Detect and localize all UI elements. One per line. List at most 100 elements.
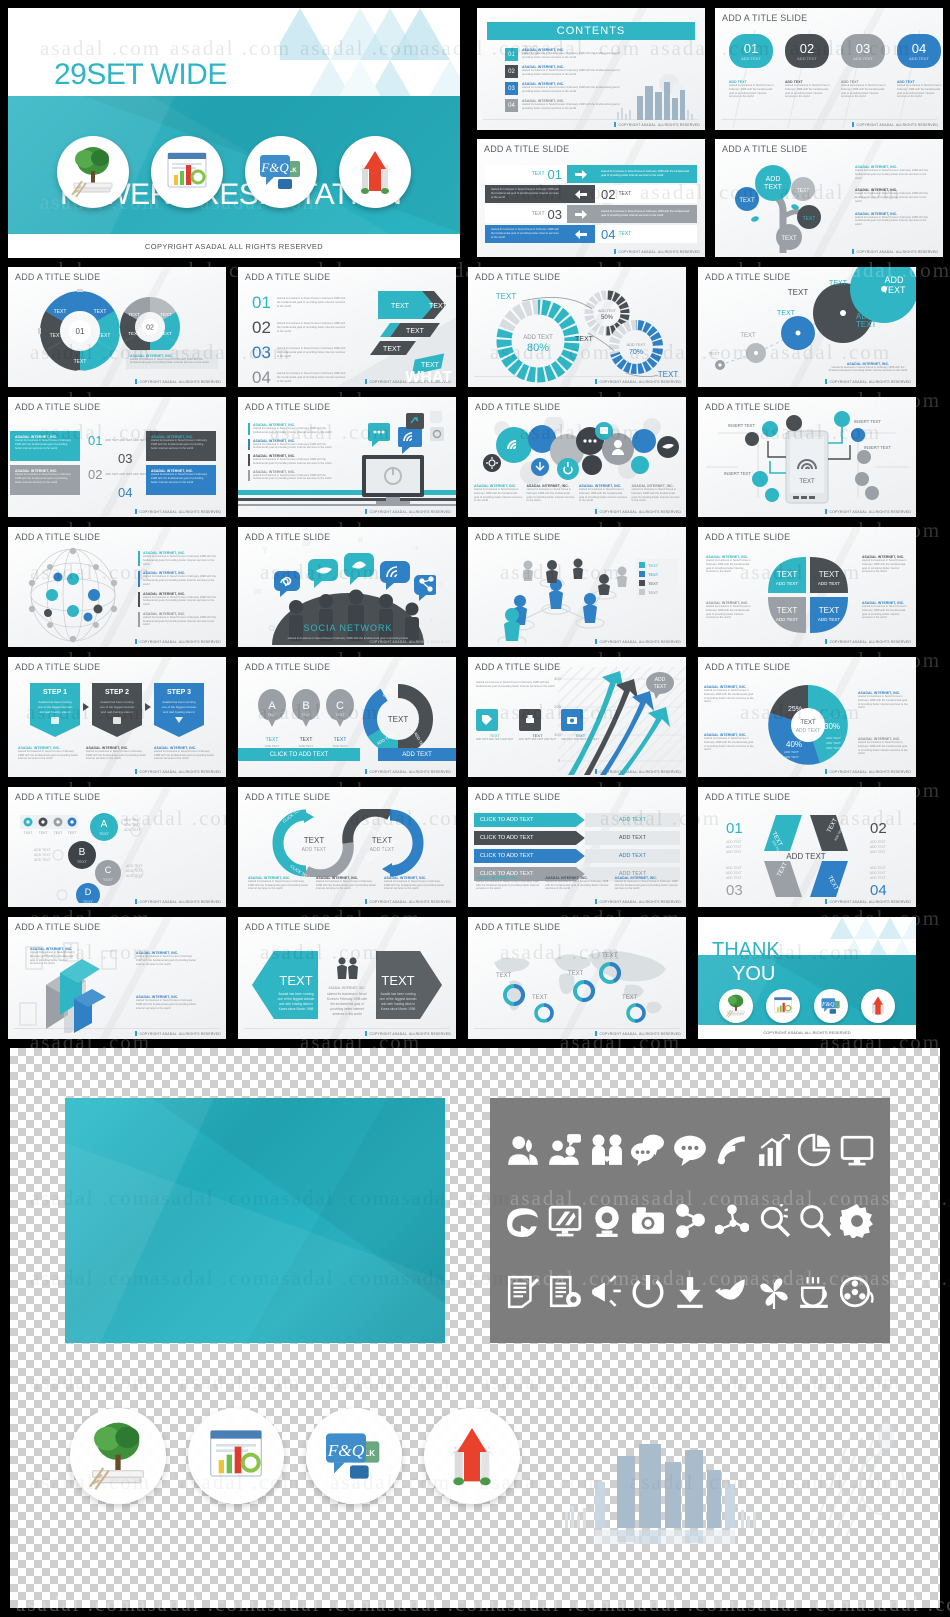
list-item[interactable]: ASADAL INTERNET, INC. started its busines… [248, 423, 338, 435]
contents-item[interactable]: 02 ASADAL INTERNET, INC. started its bus… [505, 65, 625, 78]
frame-caption[interactable]: ASADAL INTERNET, INC. started its busines… [136, 995, 198, 1010]
band-row[interactable]: started its business in Seoul Korea in F… [485, 225, 697, 243]
faq-talk-icon[interactable]: TALK F&Q [306, 1408, 402, 1504]
slide-thank-you[interactable]: THANK YOU F&Q COPYRIGHT ASADAL ALL RIGHT… [698, 917, 916, 1039]
slide-bubble-cloud[interactable]: ADD A TITLE SLIDE ASADAL INTERNET, INC. … [468, 397, 686, 517]
tree-item[interactable]: ASADAL INTERNET, INC. started its busine… [855, 188, 931, 203]
slide-two-col-bars[interactable]: ADD A TITLE SLIDE ASADAL INTERNET, INC. … [8, 397, 226, 517]
cta-bar-right[interactable]: ADD TEXT [378, 748, 456, 761]
bubble-item[interactable]: 03 ADD TEXT ADD TEXT started its busines… [841, 34, 887, 99]
polygon-background-asset[interactable] [65, 1098, 445, 1343]
caption[interactable]: ASADAL INTERNET, INC. started its busines… [86, 746, 148, 761]
slide-ribbon-quad[interactable]: ADD A TITLE SLIDE TEXT TEXT TEXT TEXT AD… [698, 787, 916, 907]
caption[interactable]: ASADAL INTERNET, INC. started its busines… [527, 484, 576, 503]
legend-item[interactable]: TEXT [639, 589, 675, 595]
slide-world-map[interactable]: ADD A TITLE SLIDE TEXT TEXT TEXT TEXT TE… [468, 917, 686, 1039]
arrow-row[interactable]: CLICK TO ADD TEXT ADD TEXT [474, 831, 680, 845]
info-card[interactable]: ASADAL INTERNET, INC. started its busine… [10, 431, 80, 461]
slide-people-network[interactable]: ADD A TITLE SLIDE TEXT TEXT TEXT TEXT CO… [468, 527, 686, 647]
contents-item[interactable]: 03 ASADAL INTERNET, INC. started its bus… [505, 82, 625, 95]
slide-arrows-up[interactable]: ADD A TITLE SLIDE started its business i… [468, 657, 686, 777]
hero-slide[interactable]: 29SET WIDE POWER PRESENTATION F&Q COPYRI… [8, 8, 460, 258]
caption[interactable]: ASADAL INTERNET, INC. started its busines… [632, 484, 681, 503]
tree-item[interactable]: ASADAL INTERNET, INC. started its busine… [855, 165, 931, 180]
slide-pie-percent[interactable]: ADD A TITLE SLIDE ASADAL INTERNET, INC. s… [698, 657, 916, 777]
frame-caption[interactable]: ASADAL INTERNET, INC. started its busines… [136, 951, 198, 966]
pie-caption[interactable]: ASADAL INTERNET, INC. started its busines… [704, 733, 756, 752]
slide-monitor-social[interactable]: ADD A TITLE SLIDE ASADAL INTERNET, INC. s… [238, 397, 456, 517]
caption[interactable]: ASADAL INTERNET, INC. started its busines… [154, 746, 216, 761]
tree-item[interactable]: ASADAL INTERNET, INC. started its busine… [855, 212, 931, 227]
quad-caption[interactable]: ASADAL INTERNET, INC. started its busines… [862, 601, 908, 620]
slide-steps-3[interactable]: ADD A TITLE SLIDE STEP 1 STEP 2 STEP 3 A… [8, 657, 226, 777]
slide-numbers-what[interactable]: ADD A TITLE SLIDE 01 started its busines… [238, 267, 456, 387]
slide-arrow-bands-4[interactable]: ADD A TITLE SLIDE TEXT 01 started its bu… [477, 139, 705, 257]
quad-caption[interactable]: ASADAL INTERNET, INC. started its busines… [862, 555, 908, 574]
info-card[interactable]: ASADAL INTERNET, INC. started its busine… [10, 465, 80, 495]
number-row[interactable]: 02 started its business in Seoul Korea i… [252, 318, 347, 338]
caption[interactable]: ASADAL INTERNET, INC. started its busines… [248, 876, 310, 891]
slide-growing-circles[interactable]: ADD A TITLE SLIDE TEXT TEXT TEXT TEXT TE… [698, 267, 916, 387]
info-card[interactable]: ASADAL INTERNET, INC. started its busine… [146, 431, 216, 461]
slide-donuts[interactable]: ADD A TITLE SLIDE ADD TEXT 80% ADD TEXT … [468, 267, 686, 387]
pie-caption[interactable]: ASADAL INTERNET, INC. started its busines… [704, 685, 756, 704]
cta-bar-left[interactable]: CLICK TO ADD TEXT [238, 748, 360, 761]
caption[interactable]: ASADAL INTERNET, INC. started its busines… [474, 484, 523, 503]
info-card[interactable]: ASADAL INTERNET, INC. started its busine… [146, 465, 216, 495]
legend-item[interactable]: TEXT [639, 562, 675, 568]
number-row[interactable]: 04 started its business in Seoul Korea i… [252, 368, 347, 387]
slide-social-network[interactable]: ? @ # + ☼ ✉ ♪ ✿ ADD A TITLE SLIDE SOCIA … [238, 527, 456, 647]
caption[interactable]: ASADAL INTERNET, INC. started its busines… [384, 876, 446, 891]
chip[interactable]: TEXT ADD TEXT ADD TEXT ADD TEXT [476, 709, 514, 741]
legend-item[interactable]: TEXT [639, 580, 675, 586]
contents-item[interactable]: 01 ASADAL INTERNET, INC. started its bus… [505, 48, 625, 61]
pie-caption[interactable]: ASADAL INTERNET, INC. started its busines… [858, 691, 910, 710]
slide-quad-petals[interactable]: ADD A TITLE SLIDE ASADAL INTERNET, INC. s… [698, 527, 916, 647]
caption[interactable]: ASADAL INTERNET, INC. started its busines… [615, 876, 678, 891]
number-row[interactable]: 03 started its business in Seoul Korea i… [252, 343, 347, 363]
slide-gears[interactable]: ADD A TITLE SLIDE 01 TEXT TEXT TEXT TEXT T… [8, 267, 226, 387]
bubble-item[interactable]: 01 ADD TEXT ADD TEXT started its busines… [729, 34, 775, 99]
band-row[interactable]: TEXT 01 started its business in Seoul Ko… [485, 165, 697, 183]
legend-item[interactable]: TEXT [639, 571, 675, 577]
list-item[interactable]: ASADAL INTERNET, INC. started its busines… [138, 591, 220, 607]
caption[interactable]: ASADAL INTERNET, INC. started its busines… [579, 484, 628, 503]
list-item[interactable]: ASADAL INTERNET, INC. started its busines… [248, 469, 338, 481]
list-item[interactable]: ASADAL INTERNET, INC. started its busines… [248, 438, 338, 450]
frame-caption[interactable]: ASADAL INTERNET, INC. started its busines… [30, 947, 76, 966]
slide-phone-network[interactable]: ADD A TITLE SLIDE TEXT INSERT TEXT INSERT… [698, 397, 916, 517]
quad-caption[interactable]: ASADAL INTERNET, INC. started its busines… [706, 601, 752, 620]
caption[interactable]: ASADAL INTERNET, INC. started its busines… [476, 876, 539, 891]
slide-frames-3d[interactable]: ADD A TITLE SLIDE ASADAL INTERNET, INC. s… [8, 917, 226, 1039]
tree-book-icon[interactable] [70, 1408, 166, 1504]
slide-speech-bubbles-4[interactable]: ADD A TITLE SLIDE 01 ADD TEXT ADD TEXT s… [715, 8, 943, 130]
slide-abc-donut[interactable]: ADD A TITLE SLIDE A TEXT B TEXT C TEXT TEXT… [238, 657, 456, 777]
list-item[interactable]: ASADAL INTERNET, INC. started its busines… [248, 454, 338, 466]
quad-caption[interactable]: ASADAL INTERNET, INC. started its busines… [706, 555, 752, 574]
list-item[interactable]: ASADAL INTERNET, INC. started its busines… [138, 611, 220, 627]
slide-abcd-chain[interactable]: ADD A TITLE SLIDE TEXT TEXT TEXT TEXT A TEX… [8, 787, 226, 907]
contents-item[interactable]: 04 ASADAL INTERNET, INC. started its bus… [505, 99, 625, 112]
slide-arrow-rows[interactable]: ADD A TITLE SLIDE CLICK TO ADD TEXT ADD … [468, 787, 686, 907]
pie-caption[interactable]: ASADAL INTERNET, INC. started its busines… [858, 737, 910, 756]
caption[interactable]: ASADAL INTERNET, INC. started its busines… [18, 746, 80, 761]
chip[interactable]: TEXT ADD TEXT ADD TEXT ADD TEXT [561, 709, 599, 741]
bubble-item[interactable]: 02 ADD TEXT ADD TEXT started its busines… [785, 34, 831, 99]
slide-hex-two[interactable]: ADD A TITLE SLIDE TEXT Asadal has been r… [238, 917, 456, 1039]
slide-infinity[interactable]: ADD A TITLE SLIDE TEXT ADD TEXT TEXT ADD… [238, 787, 456, 907]
band-row[interactable]: started its business in Seoul Korea in F… [485, 185, 697, 203]
caption[interactable]: ASADAL INTERNET, INC. started its busines… [545, 876, 608, 891]
number-row[interactable]: 01 started its business in Seoul Korea i… [252, 293, 347, 313]
slide-contents[interactable]: CONTENTS 01 ASADAL INTERNET, INC. starte… [477, 8, 705, 130]
band-row[interactable]: TEXT 03 started its business in Seoul Ko… [485, 205, 697, 223]
city-skyline-image[interactable] [555, 1436, 765, 1546]
bubble-item[interactable]: 04 ADD TEXT ADD TEXT started its busines… [897, 34, 943, 99]
arrow-row[interactable]: CLICK TO ADD TEXT ADD TEXT [474, 813, 680, 827]
chip[interactable]: TEXT ADD TEXT ADD TEXT ADD TEXT [518, 709, 557, 741]
chart-window-icon[interactable] [188, 1408, 284, 1504]
slide-globe-network[interactable]: ADD A TITLE SLIDE ASADAL INTERNET, INC. s… [8, 527, 226, 647]
red-arrow-icon[interactable] [424, 1408, 520, 1504]
caption[interactable]: ASADAL INTERNET, INC. started its busines… [316, 876, 378, 891]
arrow-row[interactable]: CLICK TO ADD TEXT ADD TEXT [474, 849, 680, 863]
list-item[interactable]: ASADAL INTERNET, INC. started its busines… [138, 551, 220, 567]
